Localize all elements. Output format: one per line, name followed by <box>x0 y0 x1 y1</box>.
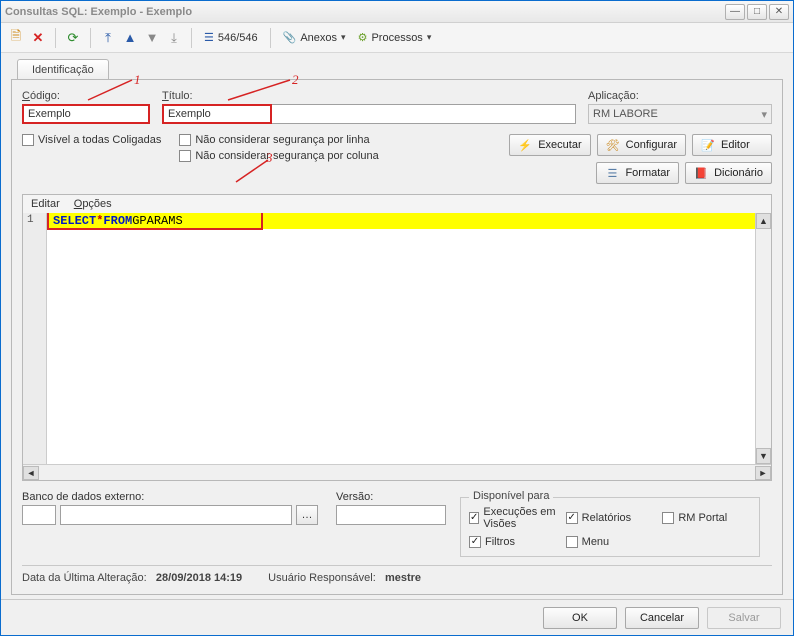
next-icon[interactable]: ▼ <box>143 29 161 47</box>
dialog-buttons: OK Cancelar Salvar <box>1 599 793 635</box>
editor-button[interactable]: 📝Editor <box>692 134 772 156</box>
aplicacao-label: Aplicação: <box>588 90 772 102</box>
dicionario-button[interactable]: 📕Dicionário <box>685 162 772 184</box>
counter-icon: ☰ <box>204 31 214 44</box>
toolbar: 🗎 ✕ ⟳ ⤒ ▲ ▼ ⤓ ☰ 546/546 📎 Anexos ▾ ⚙ Pro… <box>1 23 793 53</box>
row-options-buttons: Visível a todas Coligadas Não considerar… <box>22 134 772 184</box>
relatorios-checkbox[interactable]: Relatórios <box>566 506 655 530</box>
visivel-checkbox[interactable]: Visível a todas Coligadas <box>22 134 161 146</box>
dictionary-icon: 📕 <box>694 167 708 180</box>
attachment-icon: 📎 <box>283 31 297 44</box>
chevron-down-icon: ▾ <box>341 32 346 43</box>
titlebar: Consultas SQL: Exemplo - Exemplo — □ ✕ <box>1 1 793 23</box>
lower-row: Banco de dados externo: … Versão: Dispon… <box>22 491 772 557</box>
scroll-up-icon[interactable]: ▲ <box>756 213 771 229</box>
codigo-label: CCódigo:ódigo: <box>22 90 150 102</box>
sql-editor: Editar Opções 1 SELECT * FROM GPARAMS ▲ … <box>22 194 772 481</box>
exec-visoes-checkbox[interactable]: Execuções em Visões <box>469 506 558 530</box>
usuario-value: mestre <box>385 572 421 584</box>
processos-label: Processos <box>371 32 422 44</box>
counter-text: 546/546 <box>218 32 258 44</box>
chevron-down-icon: ▾ <box>761 108 767 121</box>
menu-checkbox[interactable]: Menu <box>566 536 655 548</box>
line-number: 1 <box>23 214 46 230</box>
editor-body: 1 SELECT * FROM GPARAMS ▲ ▼ <box>23 213 771 464</box>
tab-bar: Identificação <box>17 59 783 80</box>
codigo-input[interactable] <box>22 104 150 124</box>
minimize-button[interactable]: — <box>725 4 745 20</box>
anexos-label: Anexos <box>300 32 337 44</box>
titulo-input-rest[interactable] <box>272 104 576 124</box>
ok-button[interactable]: OK <box>543 607 617 629</box>
format-icon: ☰ <box>605 167 619 180</box>
close-button[interactable]: ✕ <box>769 4 789 20</box>
salvar-button[interactable]: Salvar <box>707 607 781 629</box>
banco-lookup-button[interactable]: … <box>296 505 318 525</box>
data-alteracao-label: Data da Última Alteração: <box>22 572 147 584</box>
content-area: Identificação 1 2 CCódigo:ódigo: <box>1 53 793 599</box>
rm-portal-checkbox[interactable]: RM Portal <box>662 506 751 530</box>
data-alteracao-value: 28/09/2018 14:19 <box>156 572 242 584</box>
chevron-down-icon: ▾ <box>427 32 432 43</box>
last-icon[interactable]: ⤓ <box>165 29 183 47</box>
aplicacao-value: RM LABORE <box>593 108 658 120</box>
new-icon[interactable]: 🗎 <box>7 29 25 47</box>
first-icon[interactable]: ⤒ <box>99 29 117 47</box>
process-icon: ⚙ <box>358 31 368 44</box>
executar-button[interactable]: ⚡Executar <box>509 134 590 156</box>
code-line-1: SELECT * FROM GPARAMS <box>47 213 755 229</box>
refresh-icon[interactable]: ⟳ <box>64 29 82 47</box>
prev-icon[interactable]: ▲ <box>121 29 139 47</box>
usuario-label: Usuário Responsável: <box>268 572 376 584</box>
versao-input[interactable] <box>336 505 446 525</box>
titulo-label: Título: <box>162 90 576 102</box>
formatar-button[interactable]: ☰Formatar <box>596 162 679 184</box>
menu-editar[interactable]: Editar <box>31 198 60 210</box>
banco-label: Banco de dados externo: <box>22 491 322 503</box>
anexos-menu[interactable]: 📎 Anexos ▾ <box>279 31 350 44</box>
wrench-icon: 🛠 <box>606 139 620 152</box>
disponivel-legend: Disponível para <box>469 490 553 502</box>
scroll-left-icon[interactable]: ◄ <box>23 466 39 480</box>
window: Consultas SQL: Exemplo - Exemplo — □ ✕ 🗎… <box>0 0 794 636</box>
cancelar-button[interactable]: Cancelar <box>625 607 699 629</box>
window-title: Consultas SQL: Exemplo - Exemplo <box>5 6 192 18</box>
nao-coluna-checkbox[interactable]: Não considerar segurança por coluna <box>179 150 378 162</box>
filtros-checkbox[interactable]: Filtros <box>469 536 558 548</box>
scroll-down-icon[interactable]: ▼ <box>756 448 771 464</box>
panel-identificacao: 1 2 CCódigo:ódigo: Título: <box>11 79 783 595</box>
scroll-right-icon[interactable]: ► <box>755 466 771 480</box>
horizontal-scrollbar[interactable]: ◄ ► <box>23 464 771 480</box>
processos-menu[interactable]: ⚙ Processos ▾ <box>354 31 436 44</box>
disponivel-group: Disponível para Execuções em Visões Rela… <box>460 497 760 557</box>
editor-icon: 📝 <box>701 139 715 152</box>
footer-info: Data da Última Alteração: 28/09/2018 14:… <box>22 565 772 584</box>
banco-code-input[interactable] <box>22 505 56 525</box>
line-gutter: 1 <box>23 213 47 464</box>
record-counter: ☰ 546/546 <box>200 31 262 44</box>
tab-identificacao[interactable]: Identificação <box>17 59 109 80</box>
action-buttons: ⚡Executar 🛠Configurar 📝Editor ☰Formatar … <box>492 134 772 184</box>
maximize-button[interactable]: □ <box>747 4 767 20</box>
delete-icon[interactable]: ✕ <box>29 29 47 47</box>
editor-menu: Editar Opções <box>23 195 771 213</box>
bolt-icon: ⚡ <box>518 139 532 152</box>
vertical-scrollbar[interactable]: ▲ ▼ <box>755 213 771 464</box>
aplicacao-select[interactable]: RM LABORE ▾ <box>588 104 772 124</box>
titulo-input-highlight[interactable] <box>162 104 272 124</box>
code-area[interactable]: SELECT * FROM GPARAMS <box>47 213 755 464</box>
row-codigo-titulo: CCódigo:ódigo: Título: Aplicação: RM LAB… <box>22 90 772 124</box>
menu-opcoes[interactable]: Opções <box>74 198 112 210</box>
banco-input[interactable] <box>60 505 292 525</box>
nao-linha-checkbox[interactable]: Não considerar segurança por linha <box>179 134 378 146</box>
window-controls: — □ ✕ <box>725 4 789 20</box>
versao-label: Versão: <box>336 491 446 503</box>
configurar-button[interactable]: 🛠Configurar <box>597 134 686 156</box>
